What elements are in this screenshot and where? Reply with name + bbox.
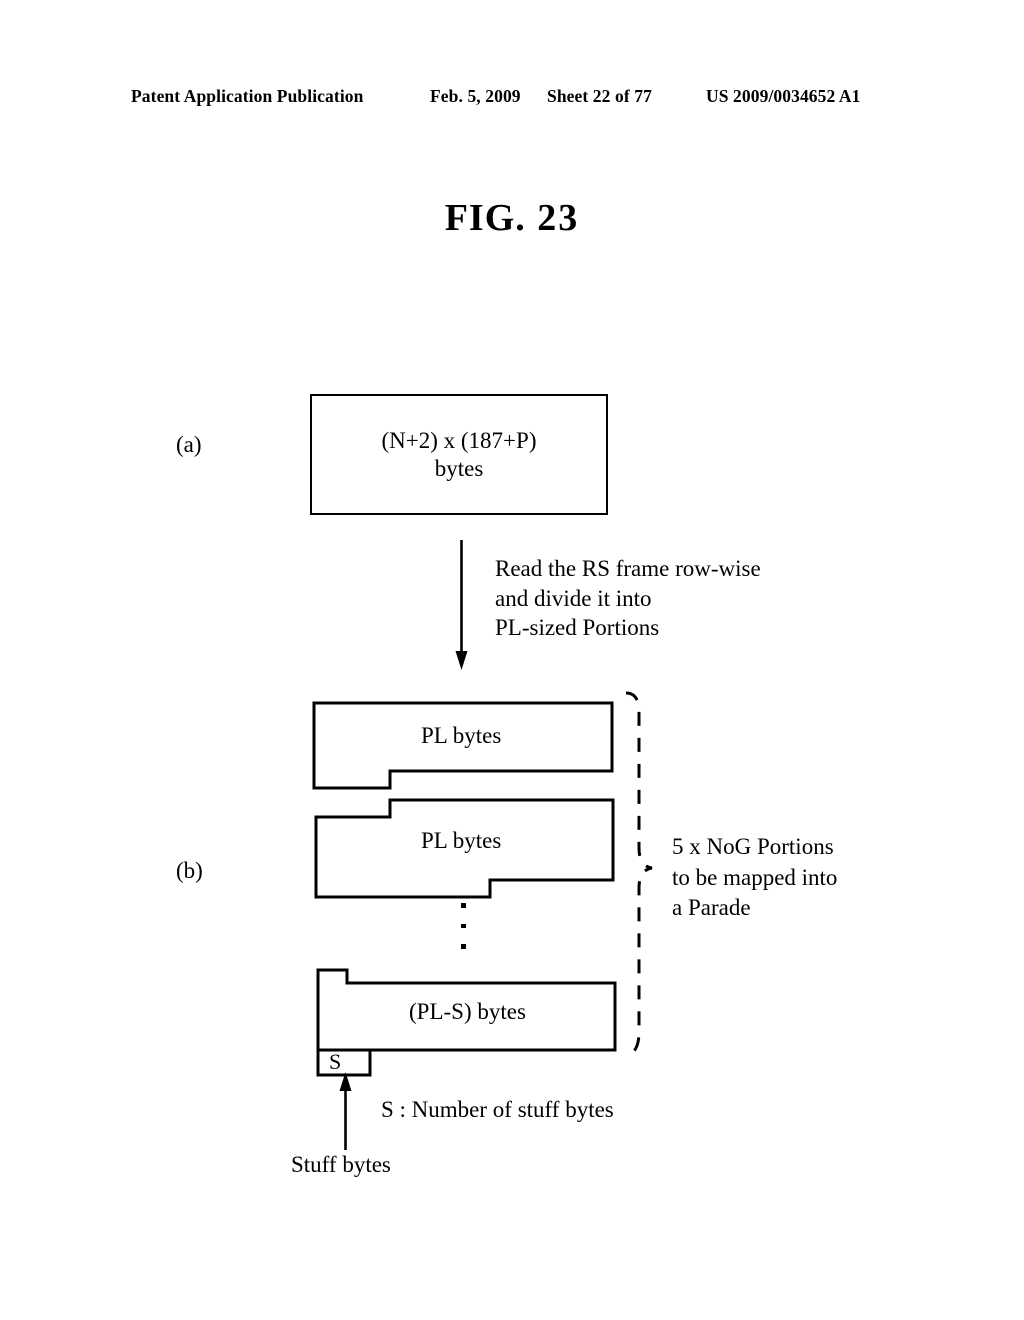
parade-note-line3: a Parade [672,895,751,921]
parade-mapping-note: 5 x NoG Portions to be mapped into a Par… [672,832,837,924]
stuff-bytes-label: Stuff bytes [291,1152,391,1177]
figure-title-number: 23 [537,197,580,239]
parade-note-line1: 5 x NoG Portions [672,834,834,859]
patent-drawing-page: Patent Application Publication Feb. 5, 2… [0,0,1024,1320]
read-instruction-line1: Read the RS frame row-wise [495,556,761,581]
page-header: Patent Application Publication Feb. 5, 2… [0,86,1024,112]
rs-frame-box-line2: bytes [434,455,484,481]
read-instruction-note: Read the RS frame row-wise and divide it… [495,554,761,643]
read-instruction-line3: PL-sized Portions [495,615,660,641]
dashed-brace-icon [625,691,653,1058]
rs-frame-box: (N+2) x (187+P) bytes [310,394,608,515]
down-arrow-icon [455,540,468,670]
header-date-text: Feb. 5, 2009 [430,86,521,106]
figure-title-word: FIG. [444,197,526,239]
up-arrow-icon [339,1072,352,1150]
part-label-b: (b) [176,858,203,883]
ellipsis-dot [461,944,466,949]
rs-frame-box-line1: (N+2) x (187+P) [381,428,537,454]
parade-note-line2: to be mapped into [672,864,838,890]
header-publication-text: Patent Application Publication [131,86,364,106]
part-label-a: (a) [176,432,202,457]
ellipsis-dot [461,923,466,928]
stuff-bytes-definition: S : Number of stuff bytes [381,1097,614,1122]
vertical-ellipsis [461,903,471,951]
header-patent-number-text: US 2009/0034652 A1 [706,86,861,106]
figure-title: FIG. 23 [0,196,1024,240]
portion-shape-3-label: (PL-S) bytes [409,999,526,1024]
ellipsis-dot [461,903,466,908]
portion-shape-2-label: PL bytes [421,828,502,853]
portion-shape-1-label: PL bytes [421,723,502,748]
header-sheet-text: Sheet 22 of 77 [547,86,652,106]
read-instruction-line2: and divide it into [495,585,652,611]
